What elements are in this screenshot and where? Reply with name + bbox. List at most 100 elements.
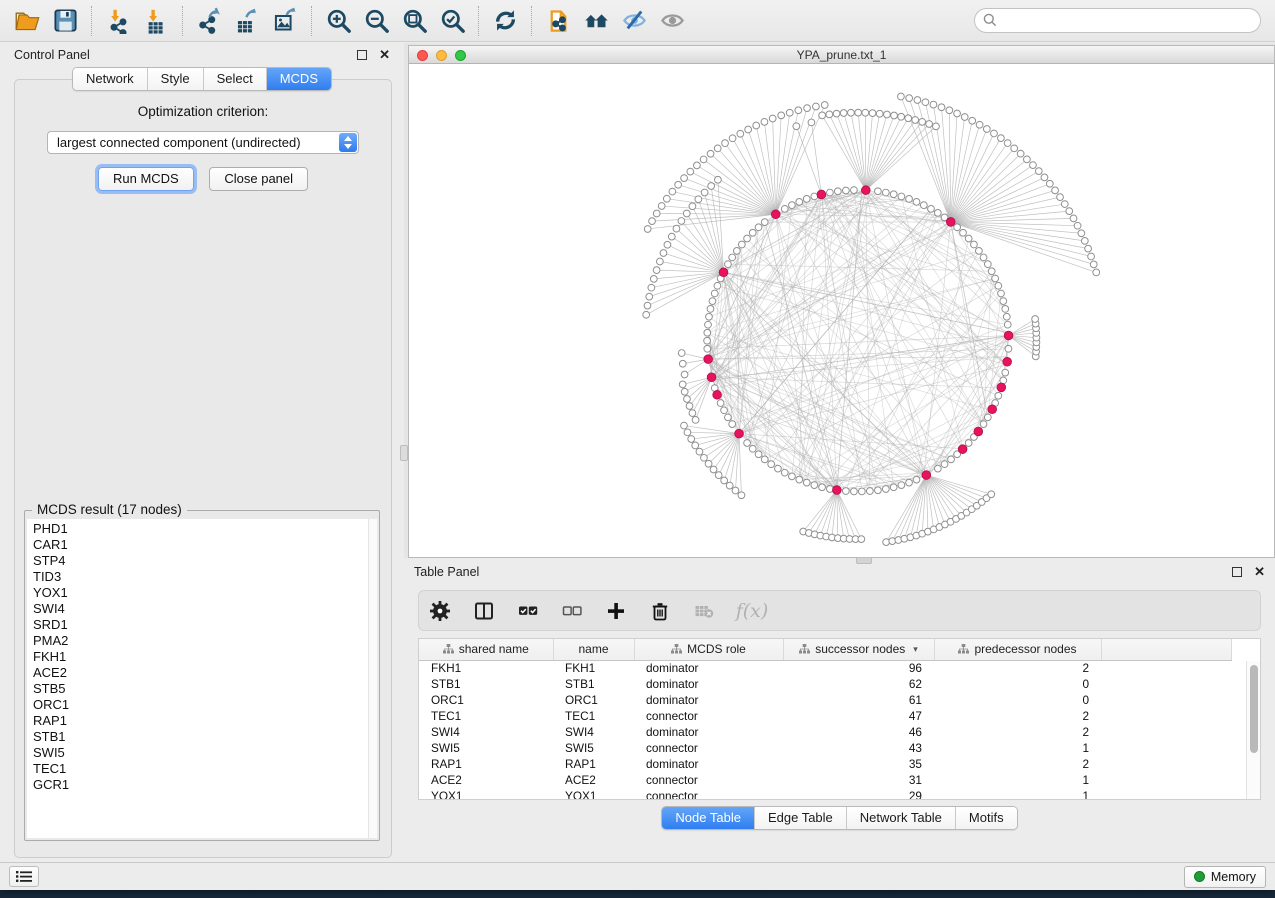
table-row[interactable]: STB1STB1dominator620 bbox=[419, 676, 1231, 692]
tab-mcds[interactable]: MCDS bbox=[266, 68, 331, 90]
mcds-node[interactable] bbox=[988, 405, 997, 414]
cell-mcds_role[interactable]: dominator bbox=[634, 676, 783, 692]
show-details-button[interactable] bbox=[653, 3, 691, 39]
cell-name[interactable]: YOX1 bbox=[553, 788, 634, 800]
cell-shared_name[interactable]: YOX1 bbox=[419, 788, 553, 800]
zoom-window-icon[interactable] bbox=[455, 50, 466, 61]
import-network-button[interactable] bbox=[99, 3, 137, 39]
mcds-result-list[interactable]: PHD1CAR1STP4TID3YOX1SWI4SRD1PMA2FKH1ACE2… bbox=[27, 519, 377, 838]
table-row[interactable]: ORC1ORC1dominator610 bbox=[419, 692, 1231, 708]
cell-predecessor_nodes[interactable]: 1 bbox=[934, 740, 1101, 756]
minimize-window-icon[interactable] bbox=[436, 50, 447, 61]
table-row[interactable]: TEC1TEC1connector472 bbox=[419, 708, 1231, 724]
float-window-icon[interactable] bbox=[357, 50, 367, 60]
plus-button[interactable] bbox=[605, 600, 627, 622]
optimization-criterion-select[interactable]: largest connected component (undirected) bbox=[47, 131, 359, 154]
table-tab-node-table[interactable]: Node Table bbox=[662, 807, 754, 829]
close-window-icon[interactable] bbox=[417, 50, 428, 61]
cell-mcds_role[interactable]: connector bbox=[634, 788, 783, 800]
mcds-node[interactable] bbox=[713, 390, 722, 399]
table-row[interactable]: SWI4SWI4dominator462 bbox=[419, 724, 1231, 740]
mcds-list-scrollbar[interactable] bbox=[368, 519, 377, 838]
cell-predecessor_nodes[interactable]: 2 bbox=[934, 660, 1101, 676]
cell-successor_nodes[interactable]: 62 bbox=[783, 676, 934, 692]
task-history-button[interactable] bbox=[9, 866, 39, 887]
open-button[interactable] bbox=[8, 3, 46, 39]
table-row[interactable]: ACE2ACE2connector311 bbox=[419, 772, 1231, 788]
zoom-selected-button[interactable] bbox=[433, 3, 471, 39]
mcds-node-item[interactable]: ORC1 bbox=[33, 697, 377, 713]
mcds-node-item[interactable]: STB5 bbox=[33, 681, 377, 697]
mcds-node[interactable] bbox=[1003, 357, 1012, 366]
close-table-panel-icon[interactable]: ✕ bbox=[1254, 567, 1265, 577]
table-row[interactable]: YOX1YOX1connector291 bbox=[419, 788, 1231, 800]
mcds-node-item[interactable]: RAP1 bbox=[33, 713, 377, 729]
mcds-node[interactable] bbox=[958, 445, 967, 454]
cell-mcds_role[interactable]: dominator bbox=[634, 756, 783, 772]
search-input[interactable] bbox=[974, 8, 1261, 33]
table-scrollbar-thumb[interactable] bbox=[1250, 665, 1258, 753]
cell-predecessor_nodes[interactable]: 2 bbox=[934, 708, 1101, 724]
save-button[interactable] bbox=[46, 3, 84, 39]
float-table-panel-icon[interactable] bbox=[1232, 567, 1242, 577]
mcds-node-item[interactable]: SWI5 bbox=[33, 745, 377, 761]
share-document-button[interactable] bbox=[539, 3, 577, 39]
cell-mcds_role[interactable]: dominator bbox=[634, 692, 783, 708]
mcds-node[interactable] bbox=[817, 190, 826, 199]
refresh-button[interactable] bbox=[486, 3, 524, 39]
cell-successor_nodes[interactable]: 31 bbox=[783, 772, 934, 788]
table-row[interactable]: RAP1RAP1dominator352 bbox=[419, 756, 1231, 772]
overview-button[interactable] bbox=[577, 3, 615, 39]
tab-select[interactable]: Select bbox=[203, 68, 266, 90]
table-tab-edge-table[interactable]: Edge Table bbox=[754, 807, 846, 829]
cell-predecessor_nodes[interactable]: 2 bbox=[934, 756, 1101, 772]
mcds-node[interactable] bbox=[735, 429, 744, 438]
cell-successor_nodes[interactable]: 43 bbox=[783, 740, 934, 756]
checked-boxes-button[interactable] bbox=[517, 600, 539, 622]
mcds-node[interactable] bbox=[719, 268, 728, 277]
network-graph[interactable] bbox=[409, 65, 1274, 557]
mcds-node[interactable] bbox=[922, 471, 931, 480]
cell-mcds_role[interactable]: connector bbox=[634, 772, 783, 788]
tab-style[interactable]: Style bbox=[147, 68, 203, 90]
cell-mcds_role[interactable]: dominator bbox=[634, 660, 783, 676]
mcds-node-item[interactable]: CAR1 bbox=[33, 537, 377, 553]
export-image-button[interactable] bbox=[266, 3, 304, 39]
zoom-fit-button[interactable] bbox=[395, 3, 433, 39]
unchecked-boxes-button[interactable] bbox=[561, 600, 583, 622]
columns-button[interactable] bbox=[473, 600, 495, 622]
cell-shared_name[interactable]: RAP1 bbox=[419, 756, 553, 772]
mcds-node-item[interactable]: STB1 bbox=[33, 729, 377, 745]
column-header-shared-name[interactable]: shared name bbox=[419, 639, 553, 660]
mcds-node-item[interactable]: SRD1 bbox=[33, 617, 377, 633]
mcds-node-item[interactable]: STP4 bbox=[33, 553, 377, 569]
run-mcds-button[interactable]: Run MCDS bbox=[98, 167, 194, 191]
cell-shared_name[interactable]: FKH1 bbox=[419, 660, 553, 676]
cell-name[interactable]: RAP1 bbox=[553, 756, 634, 772]
gear-button[interactable] bbox=[429, 600, 451, 622]
hide-details-button[interactable] bbox=[615, 3, 653, 39]
mcds-node[interactable] bbox=[997, 383, 1006, 392]
cell-shared_name[interactable]: SWI5 bbox=[419, 740, 553, 756]
cell-successor_nodes[interactable]: 96 bbox=[783, 660, 934, 676]
cell-predecessor_nodes[interactable]: 1 bbox=[934, 772, 1101, 788]
mcds-node[interactable] bbox=[1004, 331, 1013, 340]
mcds-node-item[interactable]: TEC1 bbox=[33, 761, 377, 777]
export-table-button[interactable] bbox=[228, 3, 266, 39]
mcds-node[interactable] bbox=[771, 210, 780, 219]
cell-shared_name[interactable]: ACE2 bbox=[419, 772, 553, 788]
function-button[interactable]: f(x) bbox=[737, 600, 771, 622]
cell-successor_nodes[interactable]: 47 bbox=[783, 708, 934, 724]
mcds-node-item[interactable]: FKH1 bbox=[33, 649, 377, 665]
column-header-name[interactable]: name bbox=[553, 639, 634, 660]
table-tab-motifs[interactable]: Motifs bbox=[955, 807, 1017, 829]
mcds-node[interactable] bbox=[946, 218, 955, 227]
cell-successor_nodes[interactable]: 35 bbox=[783, 756, 934, 772]
cell-name[interactable]: SWI5 bbox=[553, 740, 634, 756]
vertical-splitter-handle[interactable] bbox=[400, 445, 408, 461]
close-panel-icon[interactable]: ✕ bbox=[379, 50, 390, 60]
cell-predecessor_nodes[interactable]: 0 bbox=[934, 692, 1101, 708]
table-delete-button[interactable] bbox=[693, 600, 715, 622]
mcds-node-item[interactable]: PMA2 bbox=[33, 633, 377, 649]
close-panel-button[interactable]: Close panel bbox=[209, 167, 308, 191]
